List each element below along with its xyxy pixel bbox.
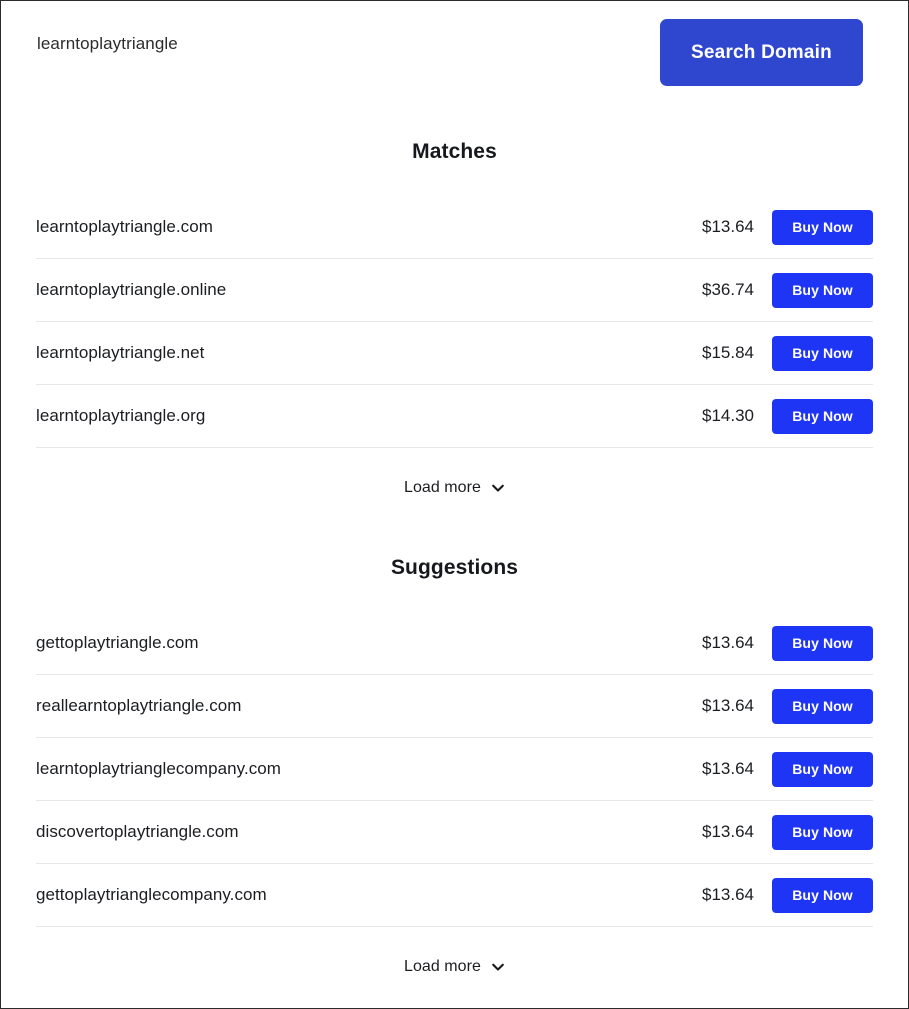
matches-load-more-button[interactable]: Load more (1, 479, 908, 497)
domain-row: learntoplaytriangle.online $36.74 Buy Now (36, 259, 873, 322)
domain-name: learntoplaytriangle.online (36, 280, 227, 299)
domain-row: reallearntoplaytriangle.com $13.64 Buy Now (36, 675, 873, 738)
buy-now-button[interactable]: Buy Now (772, 814, 873, 850)
search-bar: Search Domain (1, 1, 908, 104)
domain-price: $13.64 (702, 822, 754, 841)
buy-now-button[interactable]: Buy Now (772, 688, 873, 724)
domain-price: $15.84 (702, 343, 754, 362)
matches-section: Matches learntoplaytriangle.com $13.64 Buy… (1, 140, 908, 497)
suggestions-load-more-wrap: Load more (1, 958, 908, 976)
matches-list-wrap: learntoplaytriangle.com $13.64 Buy Now lear… (1, 196, 908, 448)
buy-now-button[interactable]: Buy Now (772, 625, 873, 661)
matches-heading: Matches (412, 140, 497, 163)
suggestions-list: gettoplaytriangle.com $13.64 Buy Now realle… (36, 612, 873, 927)
domain-name: reallearntoplaytriangle.com (36, 696, 242, 715)
domain-name: gettoplaytriangle.com (36, 633, 199, 652)
suggestions-load-more-button[interactable]: Load more (1, 958, 908, 976)
domain-name: discovertoplaytriangle.com (36, 822, 239, 841)
suggestions-section: Suggestions gettoplaytriangle.com $13.64 B… (1, 556, 908, 976)
domain-name: learntoplaytriangle.net (36, 343, 205, 362)
domain-row: learntoplaytriangle.org $14.30 Buy Now (36, 385, 873, 448)
domain-price: $36.74 (702, 280, 754, 299)
search-input[interactable] (37, 34, 637, 54)
matches-load-more-wrap: Load more (1, 479, 908, 497)
domain-name: gettoplaytrianglecompany.com (36, 885, 267, 904)
buy-now-button[interactable]: Buy Now (772, 335, 873, 371)
buy-now-button[interactable]: Buy Now (772, 398, 873, 434)
buy-now-button[interactable]: Buy Now (772, 751, 873, 787)
matches-load-more-label: Load more (404, 479, 481, 496)
domain-name: learntoplaytriangle.org (36, 406, 206, 425)
chevron-down-icon (491, 481, 505, 495)
buy-now-button[interactable]: Buy Now (772, 877, 873, 913)
domain-row: gettoplaytrianglecompany.com $13.64 Buy No… (36, 864, 873, 927)
domain-price: $13.64 (702, 759, 754, 778)
buy-now-button[interactable]: Buy Now (772, 209, 873, 245)
domain-search-page: Search Domain Matches learntoplaytriangl… (0, 0, 909, 1009)
domain-price: $14.30 (702, 406, 754, 425)
suggestions-load-more-label: Load more (404, 958, 481, 975)
domain-row: learntoplaytriangle.net $15.84 Buy Now (36, 322, 873, 385)
suggestions-list-wrap: gettoplaytriangle.com $13.64 Buy Now realle… (1, 612, 908, 927)
domain-name: learntoplaytrianglecompany.com (36, 759, 281, 778)
domain-row: gettoplaytriangle.com $13.64 Buy Now (36, 612, 873, 675)
domain-price: $13.64 (702, 217, 754, 236)
domain-name: learntoplaytriangle.com (36, 217, 213, 236)
matches-list: learntoplaytriangle.com $13.64 Buy Now lear… (36, 196, 873, 448)
domain-row: learntoplaytrianglecompany.com $13.64 Buy … (36, 738, 873, 801)
suggestions-heading: Suggestions (390, 556, 519, 579)
domain-price: $13.64 (702, 885, 754, 904)
domain-price: $13.64 (702, 633, 754, 652)
domain-price: $13.64 (702, 696, 754, 715)
chevron-down-icon (491, 960, 505, 974)
domain-row: learntoplaytriangle.com $13.64 Buy Now (36, 196, 873, 259)
domain-row: discovertoplaytriangle.com $13.64 Buy Now (36, 801, 873, 864)
buy-now-button[interactable]: Buy Now (772, 272, 873, 308)
search-domain-button[interactable]: Search Domain (660, 19, 863, 86)
